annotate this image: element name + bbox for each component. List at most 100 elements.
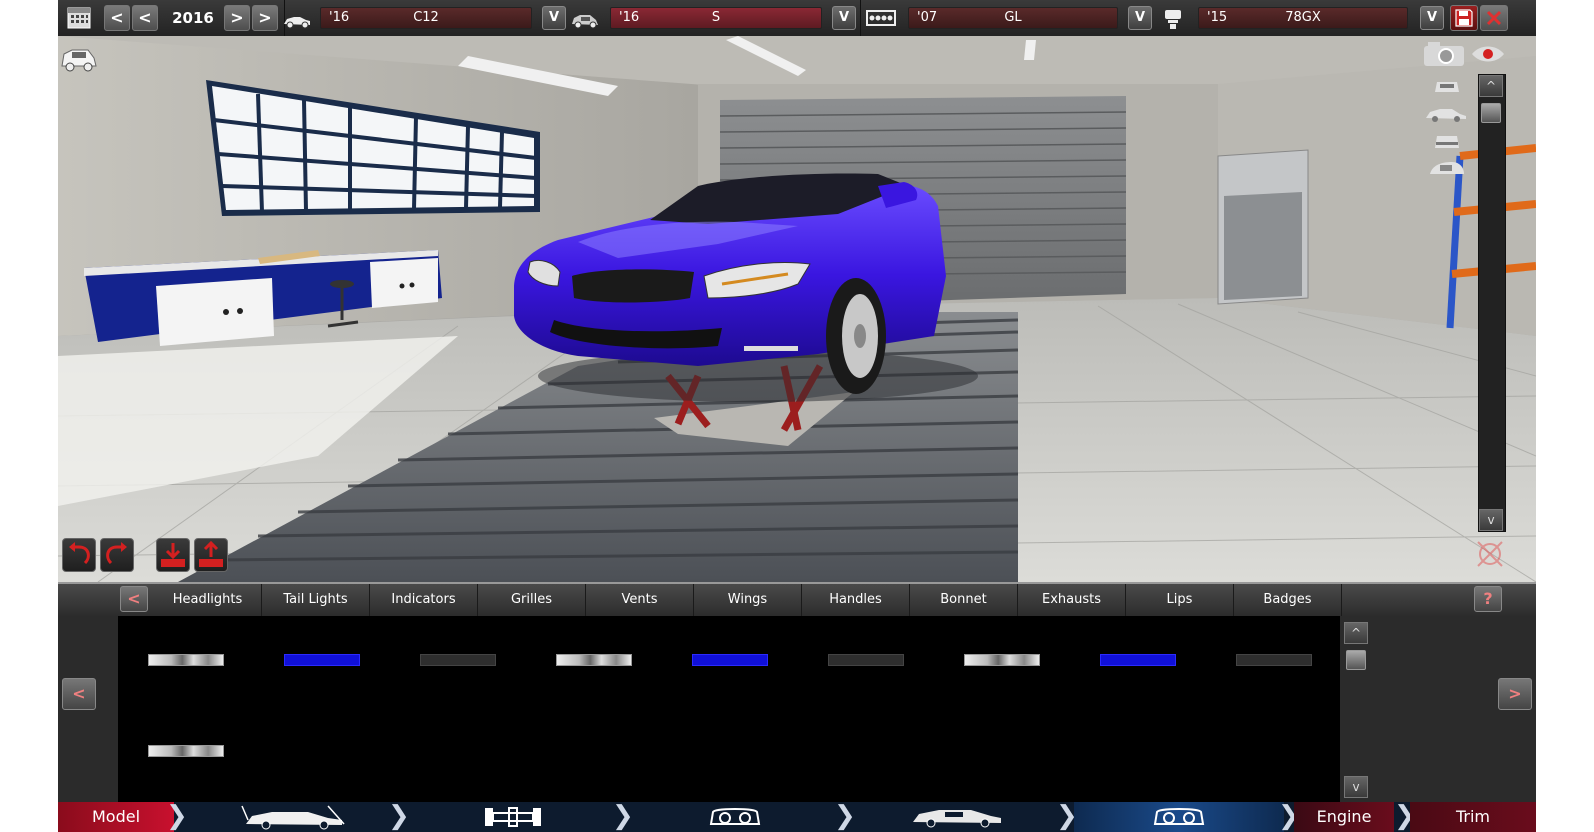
parts-scrollbar[interactable]: ^ v xyxy=(1344,622,1370,798)
tab-vents[interactable]: Vents xyxy=(586,584,694,616)
export-button[interactable] xyxy=(194,538,228,572)
garage-scene-render xyxy=(58,36,1536,582)
nav-body-dimensions[interactable] xyxy=(188,802,398,832)
parts-panel: < Headlights Tail Lights Indicators Grilles… xyxy=(58,582,1536,804)
engine-piston-icon xyxy=(1158,4,1188,32)
nav-fixtures[interactable] xyxy=(630,802,840,832)
calendar-icon[interactable] xyxy=(64,4,94,32)
nav-model[interactable]: Model xyxy=(58,802,174,832)
view-scroll-up-button[interactable]: ^ xyxy=(1479,75,1503,97)
year-next-fast-button[interactable]: > xyxy=(252,5,278,31)
parts-scroll-up-button[interactable]: ^ xyxy=(1344,622,1368,644)
tab-lips[interactable]: Lips xyxy=(1126,584,1234,616)
year-prev-fast-button[interactable]: < xyxy=(104,5,130,31)
car-designer-app: < < 2016 > > '16 C12 V '16 S V '07 GL V … xyxy=(58,0,1536,832)
nav-trim[interactable]: Trim xyxy=(1410,802,1536,832)
car-body-dimensions-icon xyxy=(241,805,345,830)
import-icon xyxy=(161,543,185,567)
category-prev-button[interactable]: < xyxy=(120,586,148,612)
car-top-view-icon[interactable] xyxy=(1426,158,1466,182)
part-option[interactable] xyxy=(692,654,768,666)
trim-dropdown-button[interactable]: V xyxy=(832,6,856,30)
parts-category-tabs: < Headlights Tail Lights Indicators Grilles… xyxy=(58,584,1536,616)
parts-scroll-down-button[interactable]: v xyxy=(1344,776,1368,798)
redo-icon xyxy=(106,542,127,565)
nav-interior[interactable] xyxy=(852,802,1062,832)
car-interior-icon xyxy=(913,810,1001,828)
car-chassis-icon xyxy=(485,807,541,827)
camera-icon[interactable] xyxy=(1422,40,1466,68)
engine-variant-dropdown-button[interactable]: V xyxy=(1420,6,1444,30)
nav-chassis[interactable] xyxy=(408,802,618,832)
part-option[interactable] xyxy=(284,654,360,666)
year-value: 2016 xyxy=(172,9,214,27)
engine-selector[interactable]: '07 GL xyxy=(908,7,1118,29)
undo-button[interactable] xyxy=(62,538,96,572)
nav-separator: ❯ xyxy=(388,801,410,831)
import-button[interactable] xyxy=(156,538,190,572)
part-option[interactable] xyxy=(556,654,632,666)
body-selector[interactable]: '16 C12 xyxy=(320,7,532,29)
save-icon[interactable] xyxy=(1450,5,1478,31)
tab-badges[interactable]: Badges xyxy=(1234,584,1342,616)
parts-grid xyxy=(118,616,1340,804)
view-scrollbar[interactable]: ^ v xyxy=(1478,74,1506,532)
top-toolbar: < < 2016 > > '16 C12 V '16 S V '07 GL V … xyxy=(58,0,1536,37)
view-scroll-thumb[interactable] xyxy=(1481,103,1501,123)
nav-separator: ❯ xyxy=(612,801,634,831)
part-option[interactable] xyxy=(828,654,904,666)
tab-exhausts[interactable]: Exhausts xyxy=(1018,584,1126,616)
body-dropdown-button[interactable]: V xyxy=(542,6,566,30)
nav-separator: ❯ xyxy=(166,801,188,831)
part-option[interactable] xyxy=(420,654,496,666)
year-next-button[interactable]: > xyxy=(224,5,250,31)
bottom-navigation: Model ❯ ❯ ❯ ❯ ❯ ❯ Engine ❯ Trim xyxy=(58,802,1536,832)
car-body-icon xyxy=(282,4,312,32)
nav-separator: ❯ xyxy=(1394,801,1416,831)
tab-headlights[interactable]: Headlights xyxy=(154,584,262,616)
redo-button[interactable] xyxy=(100,538,134,572)
part-option[interactable] xyxy=(1236,654,1312,666)
year-prev-button[interactable]: < xyxy=(132,5,158,31)
engine-variant-selector-model: 78GX xyxy=(1285,10,1321,25)
car-view-icon[interactable] xyxy=(60,44,98,74)
part-option[interactable] xyxy=(148,654,224,666)
parts-scroll-thumb[interactable] xyxy=(1346,650,1366,670)
tab-grilles[interactable]: Grilles xyxy=(478,584,586,616)
trim-selector-model: S xyxy=(711,10,721,25)
car-side-view-icon[interactable] xyxy=(1424,104,1468,124)
help-button[interactable]: ? xyxy=(1474,586,1502,612)
car-trim-icon xyxy=(570,4,600,32)
car-fixtures-icon xyxy=(709,808,761,825)
engine-selector-model: GL xyxy=(1004,10,1022,25)
car-fixtures-detail-icon xyxy=(1153,808,1205,825)
nav-fixtures-detail[interactable] xyxy=(1074,802,1284,832)
engine-variant-selector[interactable]: '15 78GX xyxy=(1198,7,1408,29)
eye-icon[interactable] xyxy=(1470,42,1506,66)
engine-block-icon xyxy=(866,4,896,32)
close-icon[interactable] xyxy=(1480,5,1508,31)
view-scroll-down-button[interactable]: v xyxy=(1479,509,1503,531)
part-option[interactable] xyxy=(148,745,224,757)
body-selector-model: C12 xyxy=(413,10,439,25)
nav-engine[interactable]: Engine xyxy=(1294,802,1394,832)
part-option[interactable] xyxy=(964,654,1040,666)
parts-page-prev-button[interactable]: < xyxy=(62,678,96,710)
tab-tail-lights[interactable]: Tail Lights xyxy=(262,584,370,616)
tab-wings[interactable]: Wings xyxy=(694,584,802,616)
nav-separator: ❯ xyxy=(1056,801,1078,831)
parts-page-next-button[interactable]: > xyxy=(1498,678,1532,710)
car-rear-view-icon[interactable] xyxy=(1432,130,1462,154)
nav-separator: ❯ xyxy=(1278,801,1300,831)
engine-dropdown-button[interactable]: V xyxy=(1128,6,1152,30)
part-option[interactable] xyxy=(1100,654,1176,666)
car-front-view-icon[interactable] xyxy=(1432,74,1462,98)
garage-3d-viewport[interactable]: ^ v xyxy=(58,36,1536,582)
tab-handles[interactable]: Handles xyxy=(802,584,910,616)
trim-selector[interactable]: '16 S xyxy=(610,7,822,29)
export-icon xyxy=(199,540,223,567)
undo-icon xyxy=(69,542,90,565)
nav-separator: ❯ xyxy=(834,801,856,831)
tab-bonnet[interactable]: Bonnet xyxy=(910,584,1018,616)
tab-indicators[interactable]: Indicators xyxy=(370,584,478,616)
